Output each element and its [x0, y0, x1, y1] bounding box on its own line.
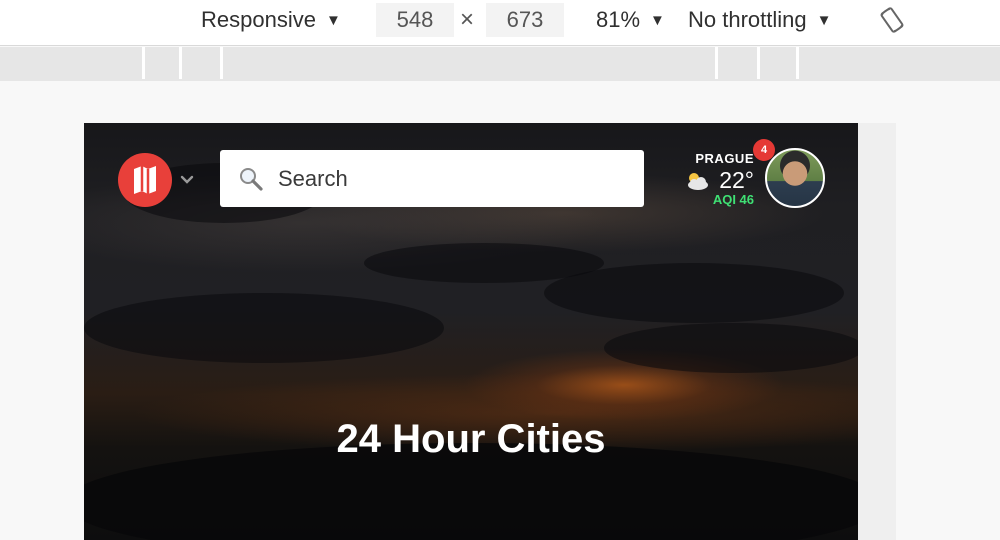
media-query-marker[interactable] [715, 47, 718, 79]
media-query-bar [0, 47, 1000, 81]
viewport-width-input[interactable]: 548 [376, 3, 454, 37]
media-query-marker[interactable] [757, 47, 760, 79]
site-logo[interactable] [118, 153, 172, 207]
zoom-dropdown[interactable]: 81% ▼ [596, 0, 665, 40]
weather-widget[interactable]: PRAGUE 22° AQI 46 [682, 149, 762, 209]
chevron-down-icon[interactable] [179, 171, 195, 187]
caret-down-icon: ▼ [650, 11, 665, 29]
weather-city: PRAGUE [695, 151, 754, 166]
media-query-marker[interactable] [142, 47, 145, 79]
hero-title: 24 Hour Cities [336, 417, 606, 461]
media-query-marker[interactable] [179, 47, 182, 79]
caret-down-icon: ▼ [325, 11, 341, 29]
cloud-shape [604, 323, 858, 373]
viewport-gutter [858, 123, 896, 540]
cloud-shape [544, 263, 844, 323]
media-query-marker[interactable] [220, 47, 223, 79]
cloud-shape [84, 293, 444, 363]
rotate-icon[interactable] [878, 6, 906, 34]
notification-badge[interactable]: 4 [753, 139, 775, 161]
viewport-height-input[interactable]: 673 [486, 3, 564, 37]
throttling-label: No throttling [688, 7, 807, 32]
dimension-separator: × [460, 6, 475, 33]
partly-cloudy-icon [688, 173, 708, 190]
device-mode-label: Responsive [201, 7, 316, 32]
device-mode-dropdown[interactable]: Responsive ▼ [201, 0, 341, 40]
device-viewport: PRAGUE 22° AQI 46 4 24 Hour Cities [84, 123, 858, 540]
weather-temperature: 22° [719, 167, 754, 193]
search-bar[interactable] [220, 150, 644, 207]
user-avatar[interactable] [765, 148, 825, 208]
throttling-dropdown[interactable]: No throttling ▼ [688, 0, 831, 40]
air-quality-index: AQI 46 [712, 192, 754, 207]
media-query-marker[interactable] [796, 47, 799, 79]
search-input[interactable] [278, 165, 618, 192]
map-logo-icon [134, 166, 156, 194]
search-icon [240, 167, 263, 191]
devtools-toolbar: Responsive ▼ 548 × 673 81% ▼ No throttli… [0, 0, 1000, 46]
caret-down-icon: ▼ [816, 11, 832, 29]
zoom-label: 81% [596, 7, 641, 32]
